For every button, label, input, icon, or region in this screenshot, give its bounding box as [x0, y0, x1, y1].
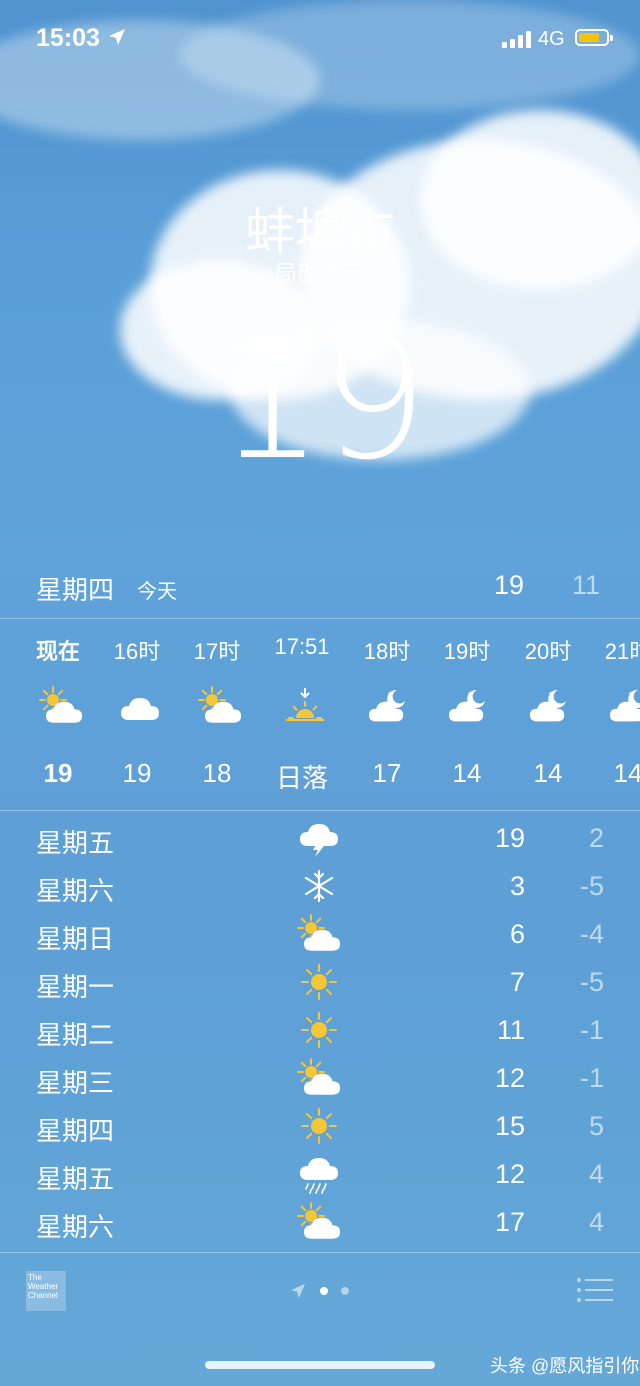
hourly-time: 16时	[113, 639, 161, 664]
status-bar: 15:03 4G	[0, 0, 640, 80]
partly-cloudy-day-icon	[296, 914, 342, 954]
daily-low: -4	[579, 919, 604, 949]
svg-text:✦: ✦	[467, 690, 473, 698]
daily-day: 星期六	[36, 1212, 115, 1242]
sun-icon	[296, 1010, 342, 1050]
watermark-text: 头条 @愿风指引你	[490, 1356, 640, 1376]
cloud-icon	[117, 686, 161, 726]
page-dot[interactable]	[341, 1287, 349, 1295]
hourly-temp: 14	[452, 758, 482, 788]
signal-icon	[502, 30, 532, 48]
current-location-icon[interactable]	[290, 1283, 306, 1299]
hourly-time: 20时	[524, 639, 572, 664]
page-dot-active[interactable]	[320, 1287, 328, 1295]
hourly-time: 17:51	[274, 634, 330, 659]
snow-icon	[296, 866, 342, 906]
svg-text:✦: ✦	[628, 690, 634, 698]
hourly-temp: 18	[202, 758, 232, 788]
svg-text:✦: ✦	[548, 690, 554, 698]
daily-low: 5	[588, 1111, 604, 1141]
daily-day: 星期五	[36, 1164, 115, 1194]
daily-high: 17	[494, 1207, 525, 1237]
daily-high: 11	[496, 1015, 525, 1045]
hourly-temp: 17	[372, 758, 402, 788]
partly-cloudy-day-icon	[296, 1202, 342, 1242]
today-low: 11	[572, 570, 601, 600]
today-high: 19	[494, 570, 525, 600]
rain-icon	[296, 1154, 342, 1194]
daily-day: 星期二	[36, 1020, 115, 1050]
weather-channel-logo[interactable]: The Weather Channel	[26, 1271, 66, 1311]
daily-low: 4	[588, 1207, 604, 1237]
hourly-temp: 日落	[275, 763, 328, 793]
status-time: 15:03	[36, 24, 100, 52]
hourly-temp: 19	[122, 758, 152, 788]
partly-cloudy-night-icon: ✦	[447, 686, 491, 726]
daily-row: 星期五 19 2	[0, 814, 640, 862]
today-day: 星期四	[36, 575, 115, 605]
hourly-temp: 19	[43, 758, 73, 788]
daily-high: 12	[494, 1063, 525, 1093]
sun-icon	[296, 962, 342, 1002]
current-condition: 局部多云	[274, 260, 366, 286]
location-arrow-icon	[109, 29, 125, 45]
daily-high: 12	[494, 1159, 525, 1189]
hourly-time: 18时	[363, 639, 411, 664]
partly-cloudy-night-icon: ✦	[528, 686, 572, 726]
battery-icon	[575, 29, 613, 46]
svg-text:✦: ✦	[387, 690, 393, 698]
footer-bar: The Weather Channel	[0, 1252, 640, 1333]
hourly-time: 19时	[443, 639, 491, 664]
daily-row: 星期日 6 -4	[0, 910, 640, 958]
home-indicator[interactable]	[205, 1361, 435, 1369]
daily-day: 星期五	[36, 828, 115, 858]
hourly-temp: 14	[533, 758, 563, 788]
partly-cloudy-night-icon: ✦	[367, 686, 411, 726]
daily-day: 星期四	[36, 1116, 115, 1146]
daily-low: -5	[579, 967, 604, 997]
hourly-time: 17时	[193, 639, 241, 664]
daily-high: 7	[509, 967, 525, 997]
hourly-forecast[interactable]: 现在 19 16时 19 17时 18 17:51 日落 18时 ✦ 17 19时 ✦ 1…	[0, 620, 640, 811]
daily-day: 星期日	[36, 924, 115, 954]
daily-day: 星期六	[36, 876, 115, 906]
daily-low: -5	[579, 871, 604, 901]
daily-low: -1	[579, 1015, 604, 1045]
daily-row: 星期六 3 -5	[0, 862, 640, 910]
daily-day: 星期一	[36, 972, 115, 1002]
partly-cloudy-day-icon	[296, 1058, 342, 1098]
daily-day: 星期三	[36, 1068, 115, 1098]
daily-high: 3	[509, 871, 525, 901]
network-type: 4G	[538, 28, 565, 50]
daily-row: 星期二 11 -1	[0, 1006, 640, 1054]
today-label: 今天	[137, 581, 177, 603]
daily-high: 19	[494, 823, 525, 853]
daily-high: 6	[509, 919, 525, 949]
sunset-icon	[282, 686, 326, 726]
partly-cloudy-day-icon	[38, 686, 83, 726]
daily-row: 星期四 15 5	[0, 1102, 640, 1150]
partly-cloudy-day-icon	[197, 686, 242, 726]
hourly-time: 21时	[604, 639, 640, 664]
sun-icon	[296, 1106, 342, 1146]
daily-low: 4	[588, 1159, 604, 1189]
daily-low: -1	[579, 1063, 604, 1093]
daily-high: 15	[494, 1111, 525, 1141]
hourly-temp: 14	[613, 758, 640, 788]
thunderstorm-icon	[296, 818, 342, 858]
daily-row: 星期五 12 4	[0, 1150, 640, 1198]
current-temperature: 19	[215, 300, 428, 498]
daily-row: 星期一 7 -5	[0, 958, 640, 1006]
today-summary: 星期四 今天 19 11	[0, 560, 640, 619]
daily-row: 星期三 12 -1	[0, 1054, 640, 1102]
hourly-time: 现在	[35, 639, 80, 664]
partly-cloudy-night-icon: ✦	[608, 686, 640, 726]
city-list-icon[interactable]	[576, 1277, 614, 1303]
daily-row: 星期六 17 4	[0, 1198, 640, 1246]
daily-low: 2	[588, 823, 604, 853]
